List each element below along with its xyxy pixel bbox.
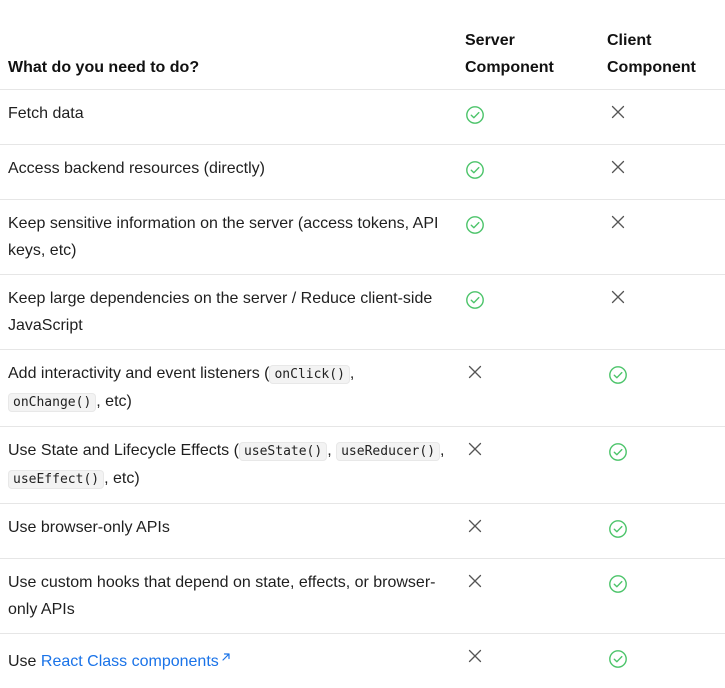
header-server-component: Server Component: [457, 0, 600, 90]
inline-code: useReducer(): [336, 442, 440, 461]
server-component-cell: [457, 90, 600, 145]
table-row: Fetch data: [0, 90, 725, 145]
table-row: Access backend resources (directly): [0, 145, 725, 200]
check-circle-icon: [608, 365, 628, 385]
cross-icon: [608, 287, 628, 307]
feature-text: Use: [8, 653, 41, 670]
feature-cell: Add interactivity and event listeners (o…: [0, 350, 457, 427]
table-row: Use browser-only APIs: [0, 504, 725, 559]
table-row: Keep sensitive information on the server…: [0, 200, 725, 275]
table-row: Add interactivity and event listeners (o…: [0, 350, 725, 427]
check-circle-icon: [465, 160, 485, 180]
feature-text: ,: [327, 442, 336, 459]
header-client-line2: Component: [607, 59, 696, 76]
cross-icon: [608, 212, 628, 232]
server-component-cell: [457, 145, 600, 200]
inline-code: onClick(): [269, 365, 349, 384]
header-server-line2: Component: [465, 59, 554, 76]
server-component-cell: [457, 200, 600, 275]
feature-text: , etc): [96, 393, 132, 410]
feature-text: Keep sensitive information on the server…: [8, 215, 438, 259]
table-header: What do you need to do? Server Component…: [0, 0, 725, 90]
feature-cell: Keep large dependencies on the server / …: [0, 275, 457, 350]
client-component-cell: [600, 504, 725, 559]
feature-text: , etc): [104, 470, 140, 487]
feature-text: ,: [350, 365, 354, 382]
check-circle-icon: [608, 574, 628, 594]
server-component-cell: [457, 504, 600, 559]
client-component-cell: [600, 350, 725, 427]
server-component-cell: [457, 350, 600, 427]
check-circle-icon: [608, 649, 628, 669]
cross-icon: [465, 646, 485, 666]
check-circle-icon: [608, 442, 628, 462]
cross-icon: [465, 571, 485, 591]
client-component-cell: [600, 90, 725, 145]
server-component-cell: [457, 427, 600, 504]
feature-cell: Fetch data: [0, 90, 457, 145]
server-component-cell: [457, 634, 600, 688]
check-circle-icon: [465, 290, 485, 310]
feature-cell: Access backend resources (directly): [0, 145, 457, 200]
table-body: Fetch data Access backend resources (dire…: [0, 90, 725, 688]
cross-icon: [608, 102, 628, 122]
table-row: Use custom hooks that depend on state, e…: [0, 559, 725, 634]
feature-cell: Keep sensitive information on the server…: [0, 200, 457, 275]
inline-code: useEffect(): [8, 470, 104, 489]
feature-text: ,: [440, 442, 444, 459]
client-component-cell: [600, 200, 725, 275]
table-row: Use State and Lifecycle Effects (useStat…: [0, 427, 725, 504]
server-component-cell: [457, 275, 600, 350]
header-feature: What do you need to do?: [0, 0, 457, 90]
comparison-table: What do you need to do? Server Component…: [0, 0, 725, 688]
client-component-cell: [600, 275, 725, 350]
feature-text: Access backend resources (directly): [8, 160, 265, 177]
table-row: Keep large dependencies on the server / …: [0, 275, 725, 350]
feature-text: Use custom hooks that depend on state, e…: [8, 574, 435, 618]
inline-code: onChange(): [8, 393, 96, 412]
cross-icon: [465, 439, 485, 459]
external-link-icon: [221, 644, 231, 654]
header-feature-label: What do you need to do?: [8, 59, 199, 76]
header-client-component: Client Component: [600, 0, 725, 90]
feature-text: Fetch data: [8, 105, 84, 122]
cross-icon: [465, 516, 485, 536]
header-row: What do you need to do? Server Component…: [0, 0, 725, 90]
react-class-components-link[interactable]: React Class components: [41, 653, 231, 670]
link-label: React Class components: [41, 653, 219, 670]
cross-icon: [608, 157, 628, 177]
feature-cell: Use custom hooks that depend on state, e…: [0, 559, 457, 634]
feature-cell: Use browser-only APIs: [0, 504, 457, 559]
check-circle-icon: [608, 519, 628, 539]
cross-icon: [465, 362, 485, 382]
feature-text: Add interactivity and event listeners (: [8, 365, 269, 382]
inline-code: useState(): [239, 442, 327, 461]
feature-cell: Use State and Lifecycle Effects (useStat…: [0, 427, 457, 504]
header-server-line1: Server: [465, 32, 515, 49]
client-component-cell: [600, 427, 725, 504]
header-client-line1: Client: [607, 32, 651, 49]
feature-text: Use browser-only APIs: [8, 519, 170, 536]
feature-cell: Use React Class components: [0, 634, 457, 688]
table-row: Use React Class components: [0, 634, 725, 688]
check-circle-icon: [465, 215, 485, 235]
feature-text: Keep large dependencies on the server / …: [8, 290, 432, 334]
client-component-cell: [600, 145, 725, 200]
client-component-cell: [600, 634, 725, 688]
client-component-cell: [600, 559, 725, 634]
check-circle-icon: [465, 105, 485, 125]
server-component-cell: [457, 559, 600, 634]
feature-text: Use State and Lifecycle Effects (: [8, 442, 239, 459]
